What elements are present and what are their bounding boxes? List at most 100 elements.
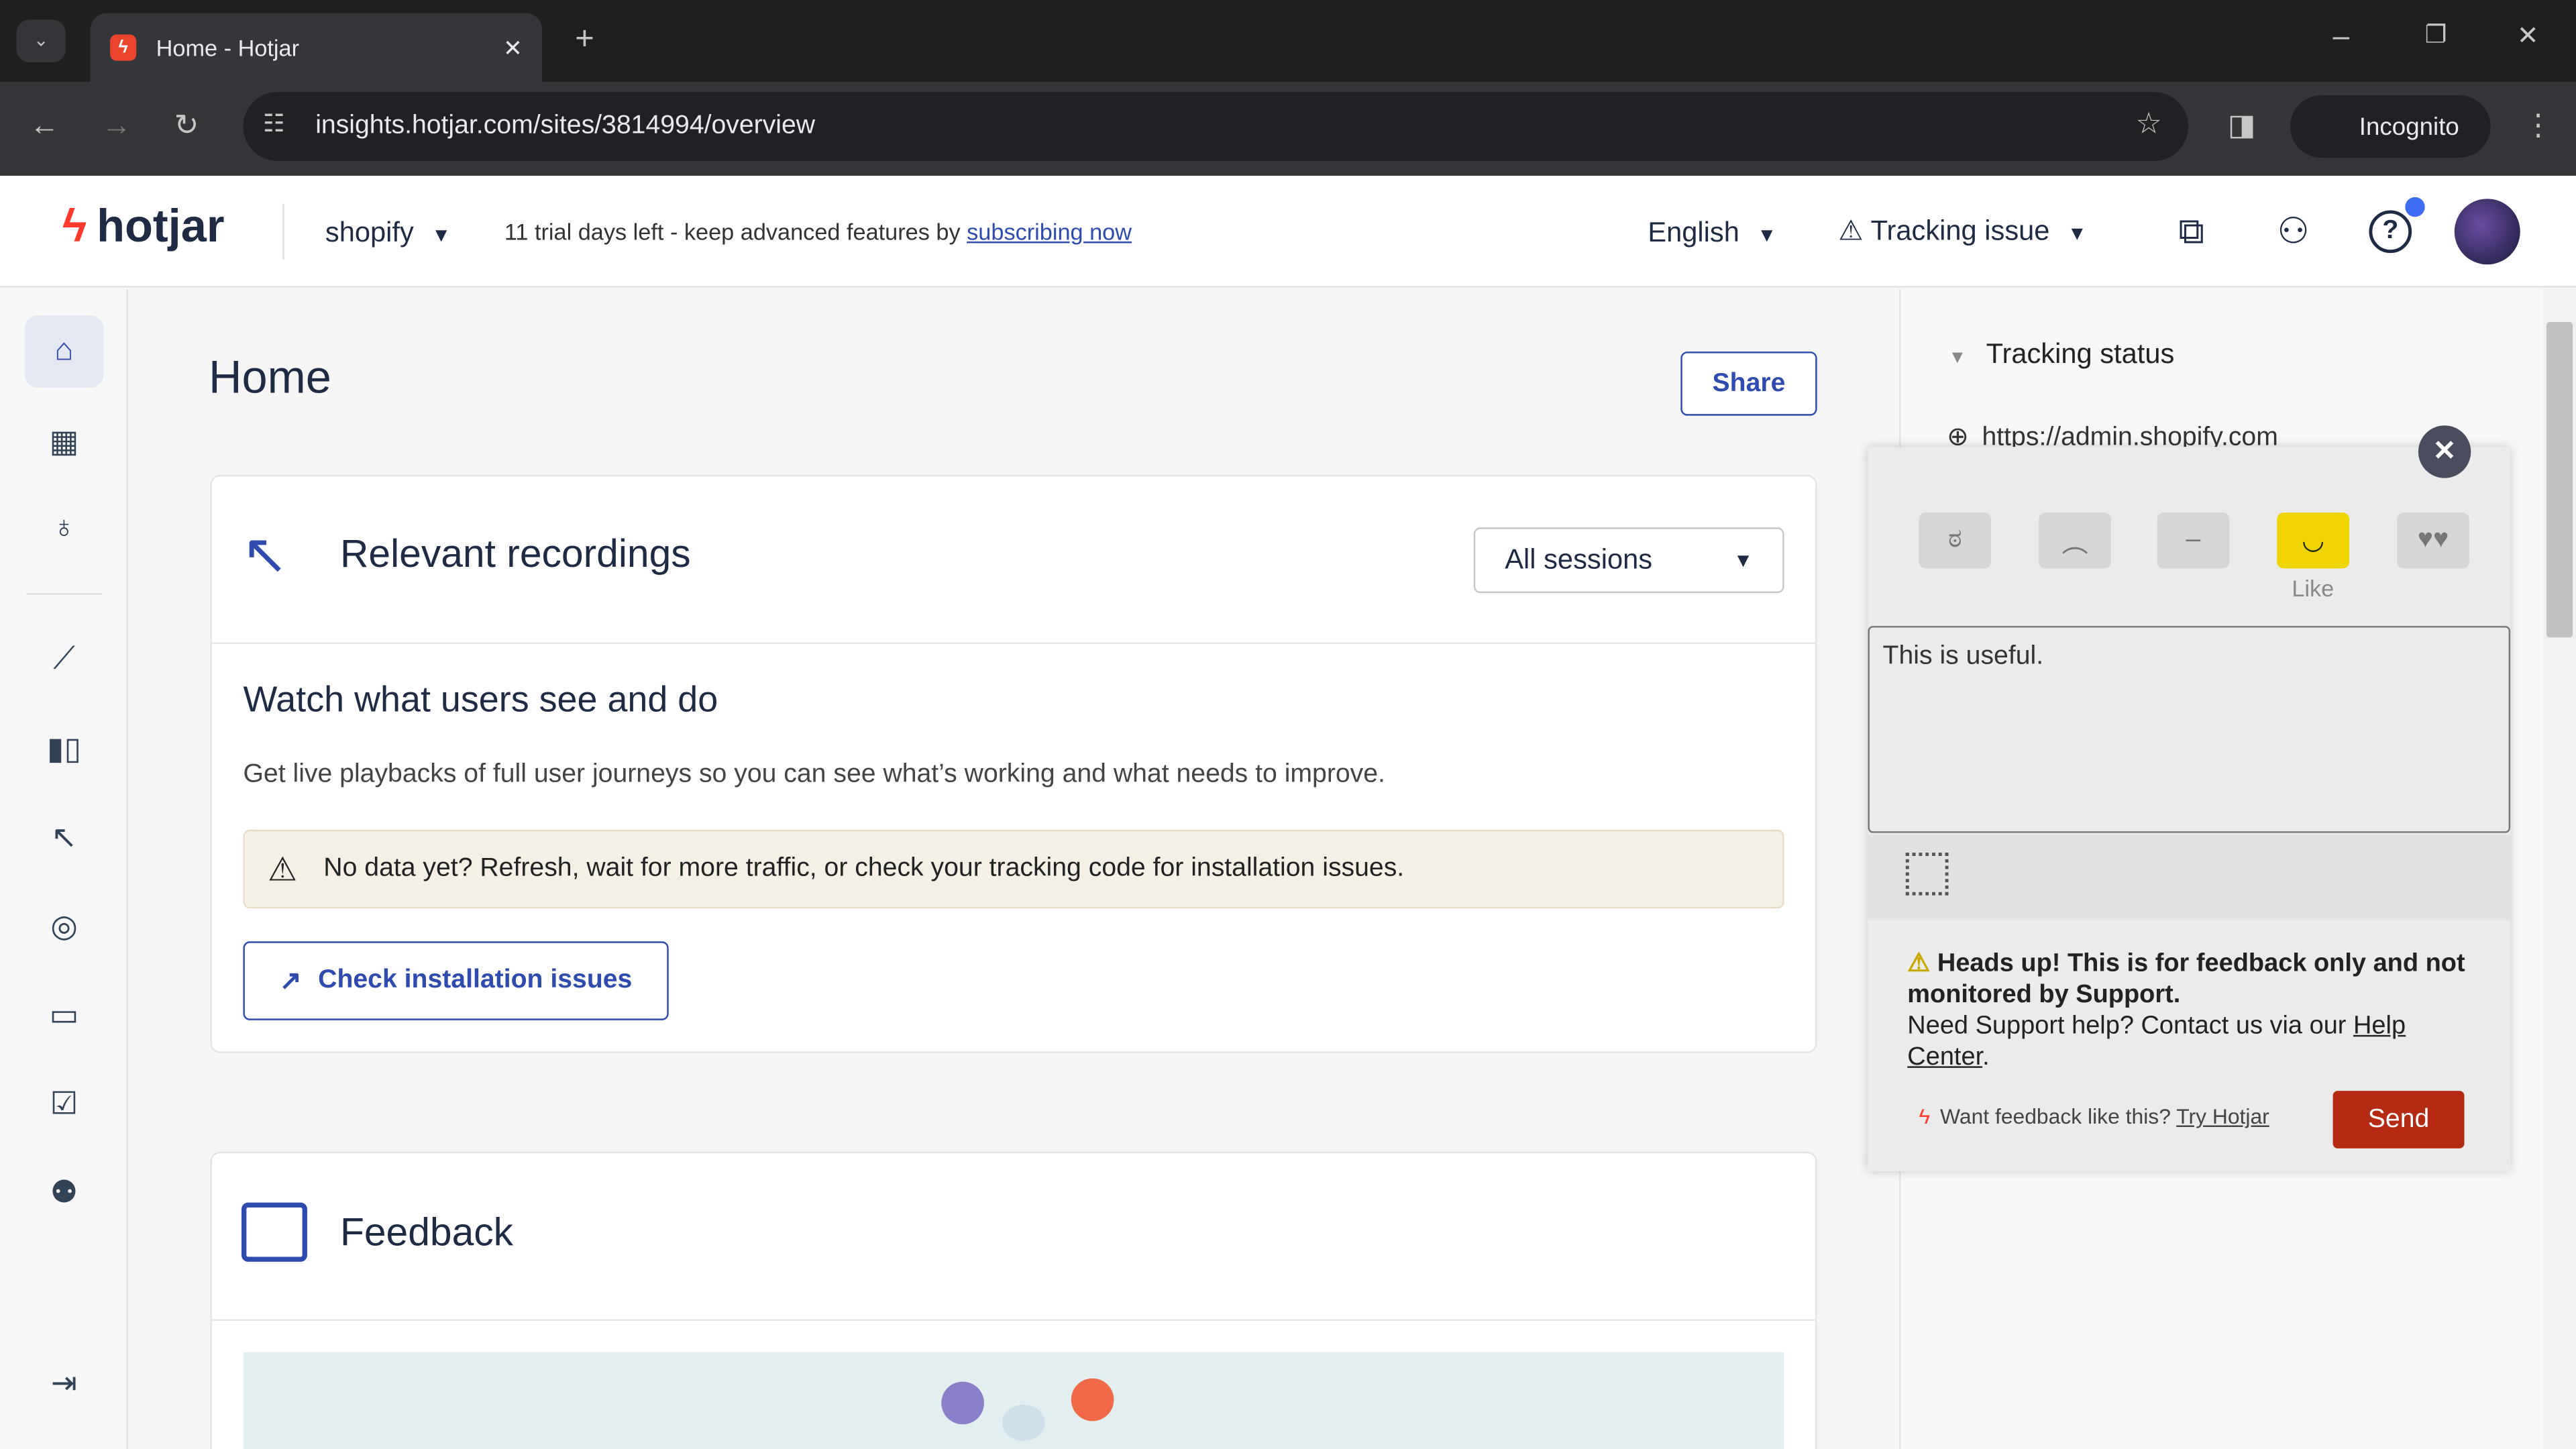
rating-dislike[interactable]: ︵ [2039, 513, 2111, 569]
url-text: insights.hotjar.com/sites/3814994/overvi… [315, 111, 816, 140]
divider [211, 642, 1816, 645]
funnel-bars-icon: ▮▯ [46, 732, 82, 767]
warning-icon: ⚠ [1838, 215, 1864, 247]
help-icon[interactable]: ? [2369, 210, 2412, 254]
back-icon[interactable]: ← [30, 109, 59, 143]
trial-text: 11 trial days left - keep advanced featu… [504, 218, 967, 245]
expand-sidebar-button[interactable]: ⇥ [25, 1347, 104, 1419]
forward-icon[interactable]: → [102, 109, 131, 143]
divider [211, 1319, 1816, 1321]
screenshot-toolbar [1868, 835, 2511, 920]
chevron-down-icon: ▼ [431, 223, 451, 247]
dashboard-icon: ▦ [49, 425, 79, 460]
sidebar-item-dashboards[interactable]: ▦ [25, 406, 104, 478]
tracking-status-label: Tracking status [1986, 338, 2175, 370]
reload-icon[interactable]: ↻ [174, 109, 199, 143]
rating-neutral[interactable]: – [2157, 513, 2230, 569]
sidebar-item-feedback[interactable]: ▭ [25, 979, 104, 1052]
site-info-icon[interactable]: ☷ [263, 109, 285, 138]
side-panel-icon[interactable]: ◨ [2228, 109, 2256, 143]
feedback-icon [241, 1202, 307, 1262]
new-tab-icon[interactable]: + [575, 21, 594, 59]
incognito-badge[interactable]: Incognito [2290, 95, 2491, 158]
sidebar-item-funnels[interactable]: ▮▯ [25, 713, 104, 786]
sidebar-item-trends[interactable]: ⟋ [25, 625, 104, 697]
divider [282, 203, 284, 260]
chevron-down-icon: ▼ [1757, 223, 1777, 247]
card-title: Relevant recordings [339, 532, 691, 577]
period: . [1982, 1043, 1990, 1071]
rating-love[interactable]: ♥♥ [2397, 513, 2469, 569]
trial-banner: 11 trial days left - keep advanced featu… [504, 219, 1132, 245]
page-title: Home [209, 352, 331, 403]
survey-icon: ☑ [50, 1087, 78, 1122]
tab-title: Home - Hotjar [156, 34, 300, 61]
sessions-filter-select[interactable]: All sessions ▼ [1473, 527, 1784, 594]
heads-up-text: Heads up! This is for feedback only and … [1907, 949, 2465, 1009]
sidebar-item-heatmaps[interactable]: ◎ [25, 890, 104, 963]
invite-user-icon[interactable]: ⚇ [2277, 210, 2309, 253]
check-installation-button[interactable]: ↗ Check installation issues [243, 941, 669, 1020]
card-title: Feedback [339, 1210, 514, 1256]
tracking-issue-menu[interactable]: ⚠ Tracking issue ▼ [1838, 215, 2086, 248]
url-field[interactable]: ☷ insights.hotjar.com/sites/3814994/overv… [243, 92, 2189, 162]
promo-text: Want feedback like this? [1940, 1104, 2177, 1129]
language-selector[interactable]: English ▼ [1648, 217, 1776, 250]
hotjar-flame-icon: ϟ [1919, 1104, 1931, 1129]
tracking-status-toggle[interactable]: ▼ Tracking status [1949, 338, 2175, 371]
feedback-icon: ▭ [49, 998, 79, 1033]
integrations-icon[interactable]: ⧉ [2178, 210, 2204, 253]
site-name: shopify [325, 217, 414, 248]
sidebar-item-highlights[interactable]: ♁ [25, 493, 104, 566]
sidebar-item-interviews[interactable]: ⚉ [25, 1157, 104, 1229]
recordings-icon: ↖ [50, 820, 77, 855]
rating-hate[interactable]: ಠ [1919, 513, 1992, 569]
chevron-down-icon: ▼ [2067, 221, 2087, 245]
support-text: Need Support help? Contact us via our [1907, 1012, 2354, 1040]
language-label: English [1648, 217, 1739, 248]
hotjar-favicon-icon: ϟ [110, 34, 137, 61]
sidebar-item-home[interactable]: ⌂ [24, 315, 104, 388]
filter-value: All sessions [1505, 543, 1653, 576]
feedback-illustration [243, 1352, 1784, 1449]
alert-text: No data yet? Refresh, wait for more traf… [323, 854, 1405, 883]
scrollbar[interactable] [2543, 289, 2576, 1449]
close-window-icon[interactable]: ✕ [2517, 19, 2539, 52]
no-data-alert: ⚠ No data yet? Refresh, wait for more tra… [243, 829, 1784, 909]
users-icon: ⚉ [50, 1175, 78, 1210]
browser-tab[interactable]: ϟ Home - Hotjar ✕ [90, 13, 543, 83]
feedback-textarea[interactable]: This is useful. [1868, 626, 2511, 833]
try-hotjar-link[interactable]: Try Hotjar [2176, 1104, 2269, 1129]
menu-icon[interactable]: ⋮ [2524, 109, 2553, 143]
rating-label: Like [2292, 575, 2334, 602]
scrollbar-thumb[interactable] [2546, 322, 2573, 638]
restore-icon[interactable]: ❐ [2425, 19, 2447, 50]
sidebar-item-surveys[interactable]: ☑ [25, 1068, 104, 1140]
tab-search-button[interactable]: ⌄ [16, 19, 66, 63]
section-heading: Watch what users see and do [243, 678, 718, 720]
select-element-icon[interactable] [1905, 853, 1949, 896]
send-button[interactable]: Send [2332, 1091, 2465, 1148]
chevron-down-icon: ▼ [1948, 348, 1967, 368]
section-description: Get live playbacks of full user journeys… [243, 760, 1385, 789]
hotjar-logo[interactable]: ϟ hotjar [62, 201, 224, 253]
share-button[interactable]: Share [1680, 352, 1817, 416]
close-widget-button[interactable]: ✕ [2418, 425, 2471, 478]
chevron-down-icon: ▼ [1733, 548, 1754, 572]
tracking-label: Tracking issue [1870, 215, 2050, 247]
avatar[interactable] [2454, 199, 2520, 265]
sidebar-item-recordings[interactable]: ↖ [25, 802, 104, 874]
home-icon: ⌂ [54, 333, 74, 368]
incognito-label: Incognito [2359, 112, 2459, 141]
subscribe-link[interactable]: subscribing now [967, 219, 1132, 245]
minimize-icon[interactable]: – [2333, 19, 2350, 54]
site-selector[interactable]: shopify ▼ [325, 217, 451, 250]
bookmark-star-icon[interactable]: ☆ [2135, 107, 2162, 141]
close-tab-icon[interactable]: ✕ [503, 34, 523, 62]
warning-icon: ⚠ [268, 851, 298, 888]
trends-icon: ⟋ [53, 642, 75, 677]
button-label: Check installation issues [318, 966, 633, 994]
external-link-icon: ↗ [279, 967, 302, 996]
notification-dot [2405, 197, 2425, 217]
rating-like[interactable]: ◡ [2277, 513, 2350, 569]
